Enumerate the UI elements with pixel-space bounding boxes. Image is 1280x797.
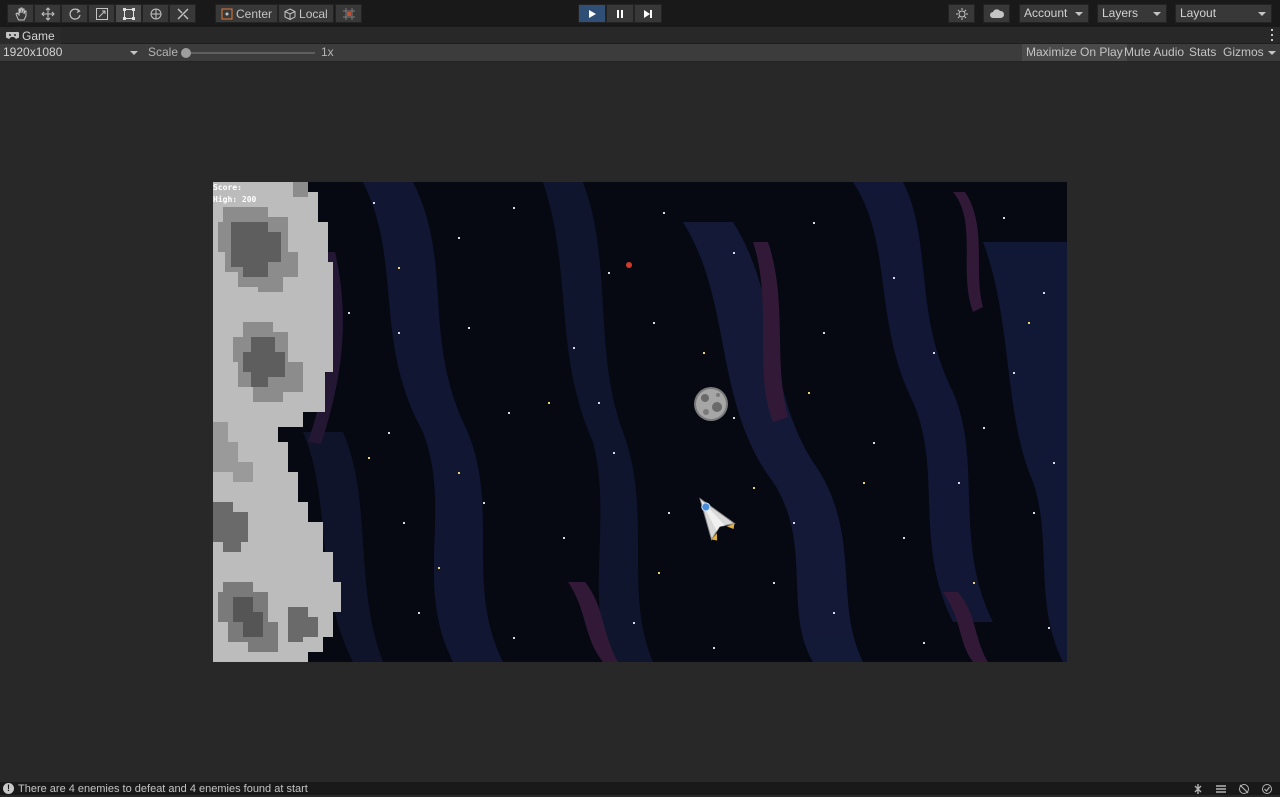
transform-tools (7, 4, 196, 23)
chevron-down-icon (1258, 12, 1266, 16)
play-icon (589, 9, 596, 18)
check-circle-icon[interactable] (1261, 783, 1273, 795)
layout-dropdown[interactable]: Layout (1175, 4, 1272, 23)
network-off-icon[interactable] (1238, 783, 1250, 795)
game-viewport[interactable]: Score: High: 200 (0, 62, 1280, 782)
chevron-down-icon (130, 51, 138, 55)
layout-label: Layout (1180, 6, 1217, 20)
kebab-menu-icon[interactable] (1271, 29, 1274, 41)
window-tab-bar: Game (0, 27, 1280, 44)
score-label: Score: (213, 183, 242, 192)
chevron-down-icon (1153, 12, 1161, 16)
rect-tool-icon[interactable] (115, 4, 142, 23)
play-button[interactable] (578, 4, 606, 23)
scale-label: Scale (148, 45, 179, 59)
high-score-label: High: 200 (213, 195, 257, 204)
tab-game[interactable]: Game (0, 27, 61, 44)
stats-toggle[interactable]: Stats (1186, 44, 1219, 61)
account-label: Account (1024, 6, 1068, 20)
scale-tool-icon[interactable] (88, 4, 115, 23)
snap-controls (335, 4, 362, 23)
pivot-rotation-button[interactable]: Local (278, 4, 334, 23)
game-view-controls: 1920x1080 Scale 1x Maximize On Play Mute… (0, 44, 1280, 62)
pause-button[interactable] (606, 4, 634, 23)
gizmos-dropdown-icon[interactable] (1268, 51, 1276, 55)
gamepad-icon (6, 31, 19, 39)
game-hud: Score: High: 200 (213, 182, 256, 206)
pivot-mode-button[interactable]: Center (215, 4, 279, 23)
debug-bug-icon[interactable] (1192, 783, 1204, 795)
move-tool-icon[interactable] (34, 4, 61, 23)
asteroid-enemy (694, 387, 728, 421)
pause-icon (617, 9, 623, 18)
playmode-controls (578, 4, 662, 23)
resolution-label: 1920x1080 (3, 45, 63, 59)
progress-stack-icon[interactable] (1215, 783, 1227, 795)
rotate-tool-icon[interactable] (61, 4, 88, 23)
chevron-down-icon (1075, 12, 1083, 16)
scale-slider-track[interactable] (185, 52, 315, 54)
tab-game-label: Game (22, 28, 55, 43)
grid-snap-icon[interactable] (335, 4, 362, 23)
lighting-icon[interactable] (948, 4, 975, 23)
info-icon: ! (3, 783, 14, 794)
gizmos-toggle[interactable]: Gizmos (1220, 44, 1267, 61)
transform-tool-icon[interactable] (142, 4, 169, 23)
maximize-on-play-toggle[interactable]: Maximize On Play (1022, 44, 1127, 61)
scale-value: 1x (321, 45, 334, 59)
pivot-center-icon (221, 8, 233, 19)
cloud-icon[interactable] (983, 4, 1010, 23)
step-button[interactable] (634, 4, 662, 23)
main-toolbar: Center Local Account Layers Layout (0, 0, 1280, 27)
services-controls (948, 4, 975, 23)
cloud-controls (983, 4, 1010, 23)
mute-audio-toggle[interactable]: Mute Audio (1121, 44, 1187, 61)
game-scene (213, 182, 1067, 662)
resolution-dropdown[interactable]: 1920x1080 (0, 44, 142, 61)
scale-slider-thumb[interactable] (181, 48, 191, 58)
step-icon (644, 9, 652, 18)
layers-label: Layers (1102, 6, 1139, 20)
layers-dropdown[interactable]: Layers (1097, 4, 1167, 23)
hand-tool-icon[interactable] (7, 4, 34, 23)
pivot-controls: Center Local (215, 4, 334, 23)
local-cube-icon (284, 7, 296, 20)
status-bar: ! There are 4 enemies to defeat and 4 en… (0, 782, 1280, 795)
enemy-bullet (626, 262, 632, 268)
account-dropdown[interactable]: Account (1019, 4, 1089, 23)
game-render[interactable]: Score: High: 200 (213, 182, 1067, 662)
pivot-mode-label: Center (236, 6, 273, 21)
pivot-rotation-label: Local (299, 6, 328, 21)
custom-editor-tool-icon[interactable] (169, 4, 196, 23)
